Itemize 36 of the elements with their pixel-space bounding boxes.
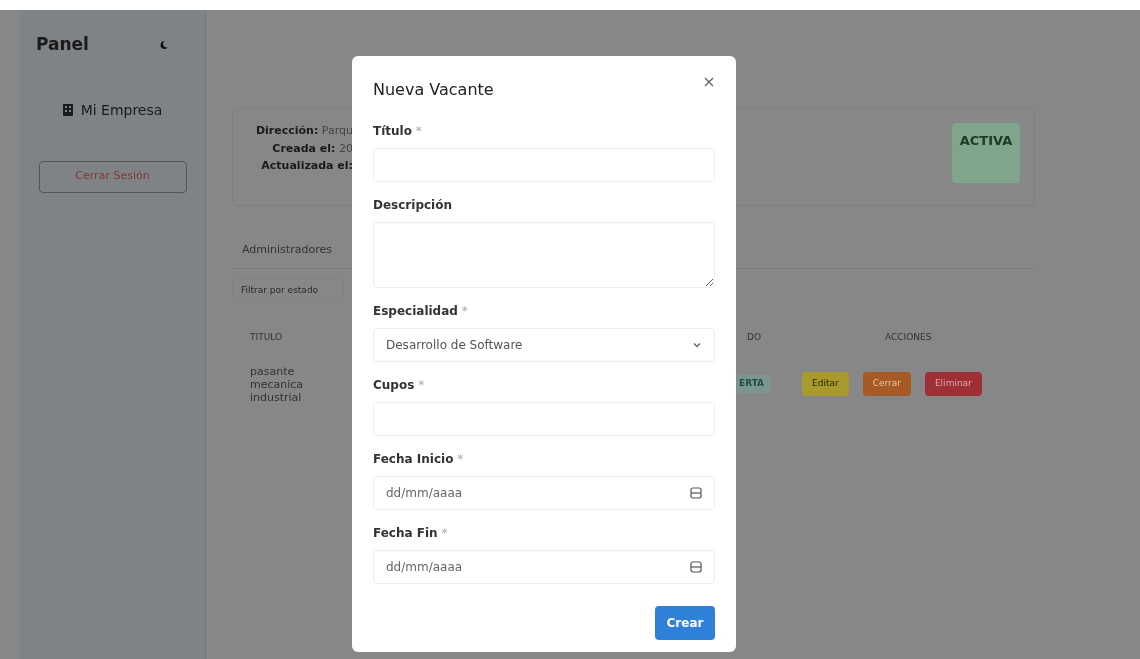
detail-text: Creada el: 20 bbox=[272, 140, 353, 157]
moon-icon[interactable] bbox=[159, 39, 169, 50]
column-header: TITULO bbox=[250, 332, 282, 342]
sidebar-title: Panel bbox=[36, 33, 89, 56]
modal-title: Nueva Vacante bbox=[373, 79, 494, 101]
field-label: Cupos * bbox=[373, 377, 426, 394]
calendar-icon bbox=[690, 561, 702, 573]
sidebar-item[interactable]: Mi Empresa bbox=[62, 95, 163, 125]
calendar-icon bbox=[690, 487, 702, 499]
detail-text: Dirección: Parqu bbox=[255, 123, 353, 139]
date-field[interactable]: dd/mm/aaaa bbox=[373, 550, 715, 584]
close-icon[interactable] bbox=[704, 77, 714, 87]
status-badge: ERTA bbox=[737, 375, 771, 393]
textarea-field[interactable] bbox=[373, 222, 715, 288]
field-label: Fecha Inicio * bbox=[373, 451, 465, 468]
table-cell-text: pasante mecanica industrial bbox=[249, 364, 305, 404]
action-button[interactable]: Editar bbox=[802, 372, 849, 396]
field-label: Especialidad * bbox=[373, 303, 469, 320]
sidebar-item-label: Mi Empresa bbox=[80, 100, 163, 120]
filter-select[interactable]: Filtrar por estado bbox=[232, 279, 344, 303]
action-button[interactable]: Eliminar bbox=[924, 372, 982, 396]
create-button[interactable]: Crear bbox=[655, 606, 715, 640]
detail-text: Actualizada el: bbox=[261, 158, 353, 174]
date-field[interactable]: dd/mm/aaaa bbox=[373, 476, 715, 510]
field-label: Descripción bbox=[373, 197, 453, 214]
action-button[interactable]: Cerrar bbox=[862, 372, 911, 396]
field-label: Fecha Fin * bbox=[373, 525, 449, 542]
field-label: Título * bbox=[373, 123, 423, 140]
logout-button[interactable]: Cerrar Sesión bbox=[38, 160, 187, 193]
column-header: ACCIONES bbox=[885, 331, 932, 344]
status-badge: ACTIVA bbox=[952, 123, 1020, 183]
tab[interactable]: Administradores bbox=[242, 243, 332, 256]
column-header: DO bbox=[747, 332, 761, 342]
select-field[interactable]: Desarrollo de Software bbox=[373, 328, 715, 362]
building-icon bbox=[62, 104, 73, 116]
chevron-down-icon bbox=[692, 340, 702, 350]
